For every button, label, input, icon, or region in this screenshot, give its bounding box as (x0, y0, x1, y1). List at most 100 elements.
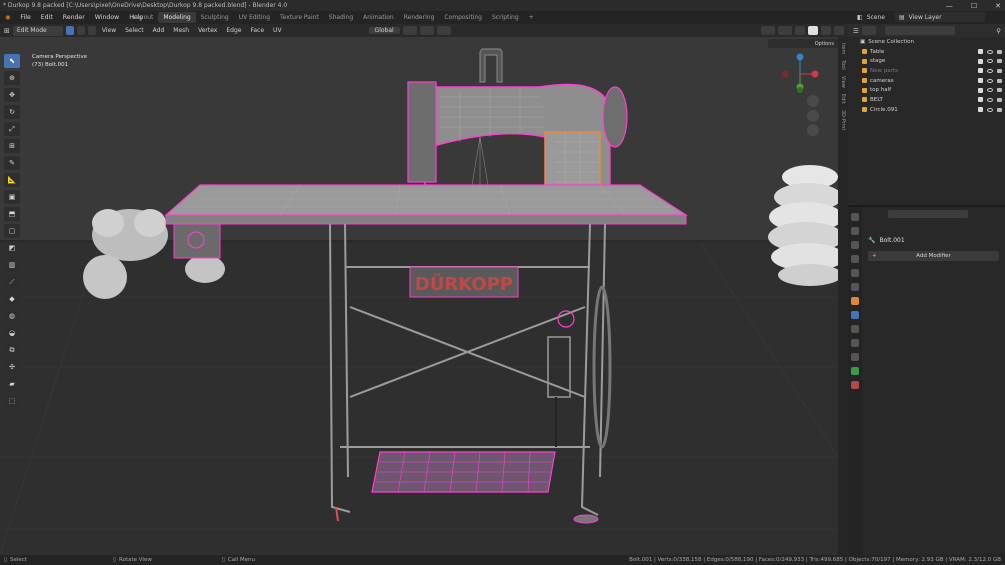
edge-slide-tool[interactable]: ⧉ (4, 343, 20, 357)
vertex-select-button[interactable] (65, 26, 74, 35)
menu-mesh[interactable]: Mesh (170, 27, 192, 34)
transform-tool[interactable]: ⊞ (4, 139, 20, 153)
tab-uv-editing[interactable]: UV Editing (234, 12, 275, 23)
tab-rendering[interactable]: Rendering (399, 12, 440, 23)
cursor-tool[interactable]: ⊕ (4, 71, 20, 85)
outliner-search-input[interactable] (884, 26, 955, 35)
sidebar-tab-3d-print[interactable]: 3D-Print (840, 110, 846, 130)
view-layer-tab-icon[interactable] (851, 255, 859, 263)
visibility-eye-icon[interactable] (987, 107, 993, 112)
exclude-checkbox[interactable] (978, 87, 983, 93)
viewport-scene[interactable]: DÜRKOPP (0, 37, 838, 555)
render-camera-icon[interactable] (997, 107, 1002, 112)
shading-solid-button[interactable] (808, 26, 818, 35)
render-camera-icon[interactable] (997, 59, 1002, 64)
menu-edit[interactable]: Edit (36, 14, 58, 21)
blender-logo-icon[interactable]: ◉ (0, 14, 15, 21)
minimize-icon[interactable]: — (946, 2, 953, 10)
knife-tool[interactable]: ⟋ (4, 275, 20, 289)
camera-view-icon[interactable] (807, 124, 819, 136)
poly-build-tool[interactable]: ◆ (4, 292, 20, 306)
close-icon[interactable]: ✕ (995, 2, 1001, 10)
transform-orientation-dropdown[interactable]: Global (368, 27, 400, 34)
menu-vertex[interactable]: Vertex (195, 27, 220, 34)
overlays-toggle[interactable] (778, 26, 792, 35)
view-layer-selector[interactable]: ▤ View Layer (895, 12, 985, 22)
menu-render[interactable]: Render (58, 14, 90, 21)
mode-dropdown[interactable]: Edit Mode (12, 25, 63, 36)
menu-edge[interactable]: Edge (223, 27, 244, 34)
3d-viewport[interactable]: DÜRKOPP Options (0, 37, 838, 555)
render-camera-icon[interactable] (997, 68, 1002, 73)
rip-region-tool[interactable]: ⬚ (4, 394, 20, 408)
tab-texture-paint[interactable]: Texture Paint (275, 12, 324, 23)
exclude-checkbox[interactable] (978, 68, 983, 74)
display-mode-dropdown[interactable] (861, 26, 876, 35)
menu-window[interactable]: Window (90, 14, 124, 21)
rotate-tool[interactable]: ↻ (4, 105, 20, 119)
inset-tool[interactable]: ▢ (4, 224, 20, 238)
spin-tool[interactable]: ◍ (4, 309, 20, 323)
shading-material-button[interactable] (821, 26, 831, 35)
outliner-row[interactable]: BELT (848, 95, 1005, 105)
add-cube-tool[interactable]: ▣ (4, 190, 20, 204)
shear-tool[interactable]: ▰ (4, 377, 20, 391)
editor-type-icon[interactable]: ⊞ (4, 27, 10, 35)
tab-shading[interactable]: Shading (324, 12, 358, 23)
extrude-tool[interactable]: ⬒ (4, 207, 20, 221)
scene-selector[interactable]: ◧ Scene (857, 12, 885, 22)
visibility-eye-icon[interactable] (987, 49, 993, 54)
menu-add[interactable]: Add (150, 27, 168, 34)
sidebar-tab-edit[interactable]: Edit (840, 94, 846, 104)
world-tab-icon[interactable] (851, 283, 859, 291)
menu-select[interactable]: Select (122, 27, 147, 34)
proportional-edit-button[interactable] (436, 26, 451, 35)
edge-select-button[interactable] (76, 26, 85, 35)
select-box-tool[interactable]: ⬉ (4, 54, 20, 68)
modifier-tab-icon[interactable] (851, 311, 859, 319)
treadle[interactable] (371, 451, 556, 493)
visibility-eye-icon[interactable] (987, 97, 993, 102)
shading-render-button[interactable] (834, 26, 844, 35)
zoom-icon[interactable] (807, 95, 819, 107)
tool-tab-icon[interactable] (851, 213, 859, 221)
add-modifier-button[interactable]: + Add Modifier (868, 251, 999, 261)
shrink-fatten-tool[interactable]: ✣ (4, 360, 20, 374)
loop-cut-tool[interactable]: ▥ (4, 258, 20, 272)
sidebar-tab-tool[interactable]: Tool (840, 60, 846, 70)
menu-view[interactable]: View (99, 27, 119, 34)
exclude-checkbox[interactable] (978, 97, 983, 103)
visibility-eye-icon[interactable] (987, 88, 993, 93)
render-tab-icon[interactable] (851, 227, 859, 235)
constraints-tab-icon[interactable] (851, 353, 859, 361)
tab-compositing[interactable]: Compositing (439, 12, 487, 23)
exclude-checkbox[interactable] (978, 58, 983, 64)
outliner-row[interactable]: stage (848, 56, 1005, 66)
sidebar-tab-item[interactable]: Item (840, 43, 846, 54)
outliner-row[interactable]: Circle.091 (848, 105, 1005, 115)
visibility-eye-icon[interactable] (987, 59, 993, 64)
menu-file[interactable]: File (15, 14, 35, 21)
sewing-machine-head[interactable] (407, 48, 628, 201)
data-tab-icon[interactable] (851, 367, 859, 375)
outliner-row[interactable]: Table (848, 47, 1005, 57)
physics-tab-icon[interactable] (851, 339, 859, 347)
pivot-point-button[interactable] (402, 26, 417, 35)
navigation-gizmo[interactable] (781, 42, 819, 93)
scene-collection-row[interactable]: ▣ Scene Collection (848, 37, 1005, 47)
tab-layout[interactable]: Layout (128, 12, 158, 23)
filter-icon[interactable]: ⚲ (996, 27, 1001, 35)
properties-search-input[interactable] (888, 210, 968, 218)
tab-animation[interactable]: Animation (358, 12, 399, 23)
exclude-checkbox[interactable] (978, 49, 983, 55)
render-camera-icon[interactable] (997, 78, 1002, 83)
maximize-icon[interactable]: ☐ (971, 2, 977, 10)
add-workspace-button[interactable]: + (524, 12, 539, 23)
outliner-row[interactable]: New parts (848, 66, 1005, 76)
visibility-eye-icon[interactable] (987, 68, 993, 73)
scene-tab-icon[interactable] (851, 269, 859, 277)
render-camera-icon[interactable] (997, 97, 1002, 102)
gizmo-toggle[interactable] (761, 26, 775, 35)
render-camera-icon[interactable] (997, 88, 1002, 93)
render-camera-icon[interactable] (997, 49, 1002, 54)
